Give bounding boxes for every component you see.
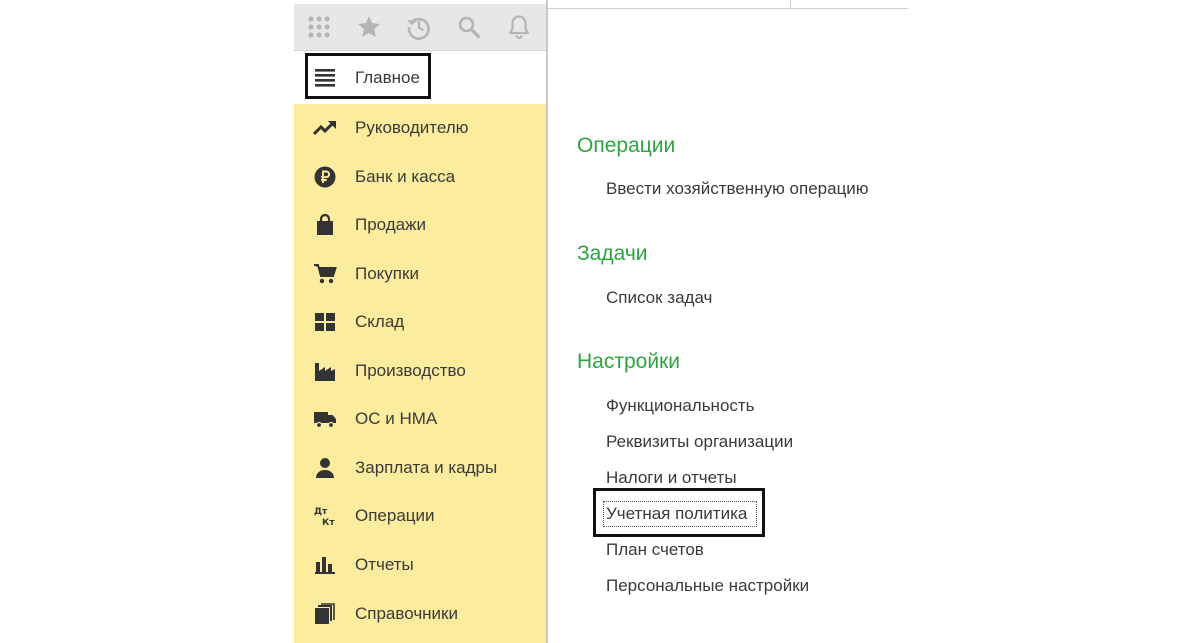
cart-icon: [313, 262, 337, 286]
history-button[interactable]: [394, 4, 444, 50]
top-divider-tick: [790, 0, 791, 9]
person-icon: [313, 456, 337, 480]
books-icon: [313, 602, 337, 626]
sidebar-item-label: Руководителю: [355, 118, 469, 137]
sidebar-item-label: Операции: [355, 506, 435, 525]
link-functionality[interactable]: Функциональность: [606, 396, 755, 416]
sidebar-item-reports[interactable]: Отчеты: [294, 541, 546, 589]
sidebar-item-warehouse[interactable]: Склад: [294, 298, 546, 346]
sidebar-item-salary[interactable]: Зарплата и кадры: [294, 444, 546, 492]
history-icon: [407, 17, 430, 40]
svg-text:Дт: Дт: [314, 507, 328, 517]
star-icon: [358, 15, 380, 37]
link-task-list[interactable]: Список задач: [606, 288, 712, 308]
debit-credit-icon: Дт Кт: [313, 504, 337, 528]
sidebar-item-label: Банк и касса: [355, 167, 456, 186]
sidebar-item-fixed-assets[interactable]: ОС и НМА: [294, 395, 546, 443]
sidebar-item-label: Производство: [355, 361, 466, 380]
bar-chart-icon: [313, 553, 337, 577]
link-enter-operation[interactable]: Ввести хозяйственную операцию: [606, 179, 869, 199]
panel-divider: [546, 0, 548, 643]
sidebar-item-bank[interactable]: Банк и касса: [294, 153, 546, 201]
search-button[interactable]: [444, 4, 494, 50]
section-title-tasks: Задачи: [577, 242, 648, 265]
sidebar-item-label: Склад: [355, 312, 405, 331]
link-organization-details[interactable]: Реквизиты организации: [606, 432, 793, 452]
favorites-button[interactable]: [344, 4, 394, 50]
link-personal-settings[interactable]: Персональные настройки: [606, 576, 809, 596]
sidebar-item-label: Покупки: [355, 264, 419, 283]
trend-icon: [313, 116, 337, 140]
shopping-bag-icon: [313, 213, 337, 237]
bell-icon: [508, 15, 530, 40]
highlight-frame: [593, 488, 765, 537]
top-toolbar: [294, 4, 547, 51]
sidebar-item-purchases[interactable]: Покупки: [294, 250, 546, 298]
search-icon: [458, 16, 481, 39]
highlight-frame: [305, 53, 431, 99]
apps-grid-icon: [308, 16, 330, 38]
sidebar-item-sales[interactable]: Продажи: [294, 201, 546, 249]
sections-sidebar: Главное Руководителю Банк и касса Продаж…: [294, 51, 546, 643]
link-taxes-reports[interactable]: Налоги и отчеты: [606, 468, 737, 488]
notifications-button[interactable]: [494, 4, 544, 50]
apps-grid-button[interactable]: [294, 4, 344, 50]
link-chart-of-accounts[interactable]: План счетов: [606, 540, 704, 560]
sidebar-item-production[interactable]: Производство: [294, 347, 546, 395]
sidebar-item-operations[interactable]: Дт Кт Операции: [294, 492, 546, 540]
svg-text:Кт: Кт: [322, 518, 335, 528]
factory-icon: [313, 359, 337, 383]
section-title-operations: Операции: [577, 134, 676, 157]
sidebar-item-label: Продажи: [355, 215, 426, 234]
top-divider: [548, 8, 908, 9]
sidebar-item-label: Справочники: [355, 604, 458, 623]
sidebar-item-manager[interactable]: Руководителю: [294, 104, 546, 152]
sidebar-item-label: ОС и НМА: [355, 409, 438, 428]
sidebar-item-label: Отчеты: [355, 555, 414, 574]
section-title-settings: Настройки: [577, 350, 680, 373]
sidebar-item-main[interactable]: Главное: [294, 51, 546, 104]
sidebar-item-directories[interactable]: Справочники: [294, 590, 546, 638]
warehouse-icon: [313, 310, 337, 334]
truck-icon: [313, 407, 337, 431]
ruble-icon: [313, 165, 337, 189]
sidebar-item-label: Зарплата и кадры: [355, 458, 498, 477]
